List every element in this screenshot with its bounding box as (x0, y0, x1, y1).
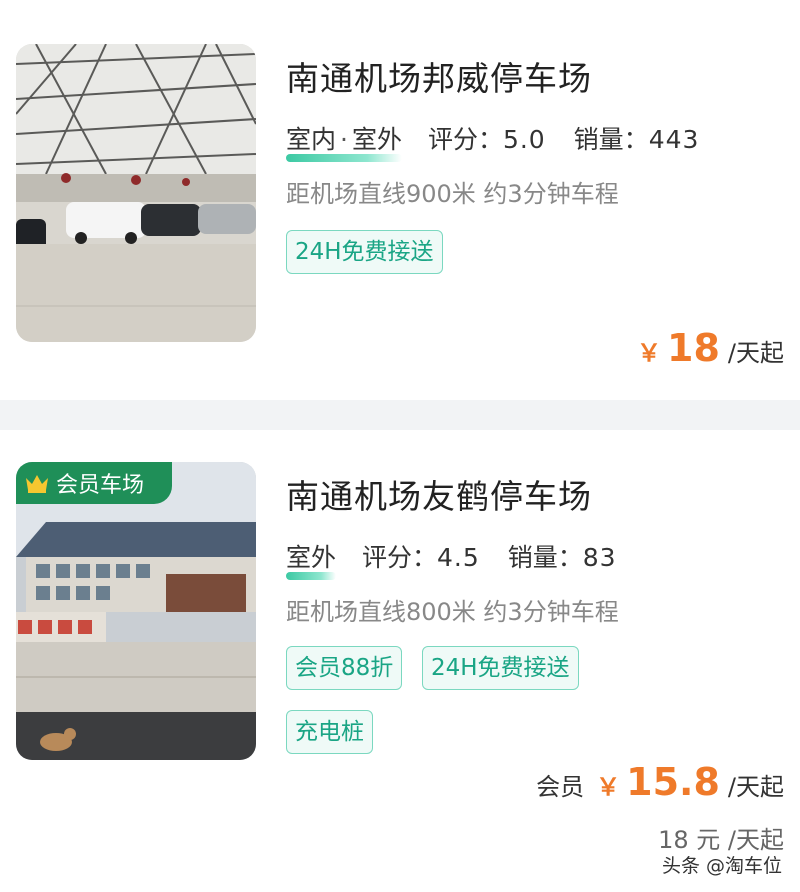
parking-name[interactable]: 南通机场邦威停车场 (286, 52, 592, 100)
parking-type: 室外 (286, 538, 337, 580)
canopy-parking-photo (16, 44, 256, 342)
sales-value: 83 (582, 543, 617, 572)
parking-photo-bangwei (16, 44, 256, 342)
original-price: 18 元 /天起 (658, 826, 784, 854)
type-highlight (286, 572, 337, 580)
watermark: 头条 @淘车位 (661, 855, 782, 877)
type-indoor: 室内 (286, 125, 337, 154)
rating-value: 4.5 (436, 543, 480, 572)
yen-symbol: ￥ (637, 339, 662, 367)
badge-label: 会员车场 (56, 473, 145, 498)
crown-icon (26, 475, 48, 493)
distance-text: 距机场直线800米 约3分钟车程 (286, 598, 619, 626)
outdoor-lot-photo (16, 462, 256, 760)
price-amount: 18 (667, 326, 720, 370)
member-price-line: 会员 ￥ 15.8/天起 (536, 760, 784, 804)
sales-value: 443 (648, 125, 700, 154)
yen-symbol: ￥ (596, 773, 621, 801)
member-lot-badge: 会员车场 (16, 462, 172, 504)
price-line: ￥ 18/天起 (637, 326, 784, 370)
type-separator: · (340, 125, 348, 154)
member-label: 会员 (536, 773, 585, 801)
parking-name[interactable]: 南通机场友鹤停车场 (286, 470, 592, 518)
type-highlight (286, 154, 402, 162)
parking-photo-youhe: 会员车场 (16, 462, 256, 760)
tag-free-shuttle: 24H免费接送 (286, 230, 443, 274)
price-unit: /天起 (727, 773, 784, 801)
tag-charging-pile: 充电桩 (286, 710, 373, 754)
tag-free-shuttle: 24H免费接送 (422, 646, 579, 690)
rating-label: 评分： (427, 125, 503, 154)
sales-label: 销量： (573, 125, 649, 154)
parking-card-youhe[interactable]: 会员车场 南通机场友鹤停车场 室外 评分：4.5 销量：83 距机场直线800米… (0, 430, 800, 892)
type-outdoor: 室外 (351, 125, 402, 154)
tag-member-discount: 会员88折 (286, 646, 403, 690)
parking-type: 室内 · 室外 (286, 120, 402, 162)
sales-label: 销量： (507, 543, 583, 572)
price-unit: /天起 (727, 339, 784, 367)
parking-card-bangwei[interactable]: 南通机场邦威停车场 室内 · 室外 评分：5.0 销量：443 距机场直线900米 … (0, 0, 800, 400)
rating-label: 评分： (361, 543, 437, 572)
price-amount: 15.8 (626, 760, 720, 804)
distance-text: 距机场直线900米 约3分钟车程 (286, 180, 619, 208)
parking-meta: 室外 评分：4.5 销量：83 (286, 538, 637, 580)
rating-value: 5.0 (502, 125, 546, 154)
type-outdoor: 室外 (286, 543, 337, 572)
parking-meta: 室内 · 室外 评分：5.0 销量：443 (286, 120, 719, 162)
